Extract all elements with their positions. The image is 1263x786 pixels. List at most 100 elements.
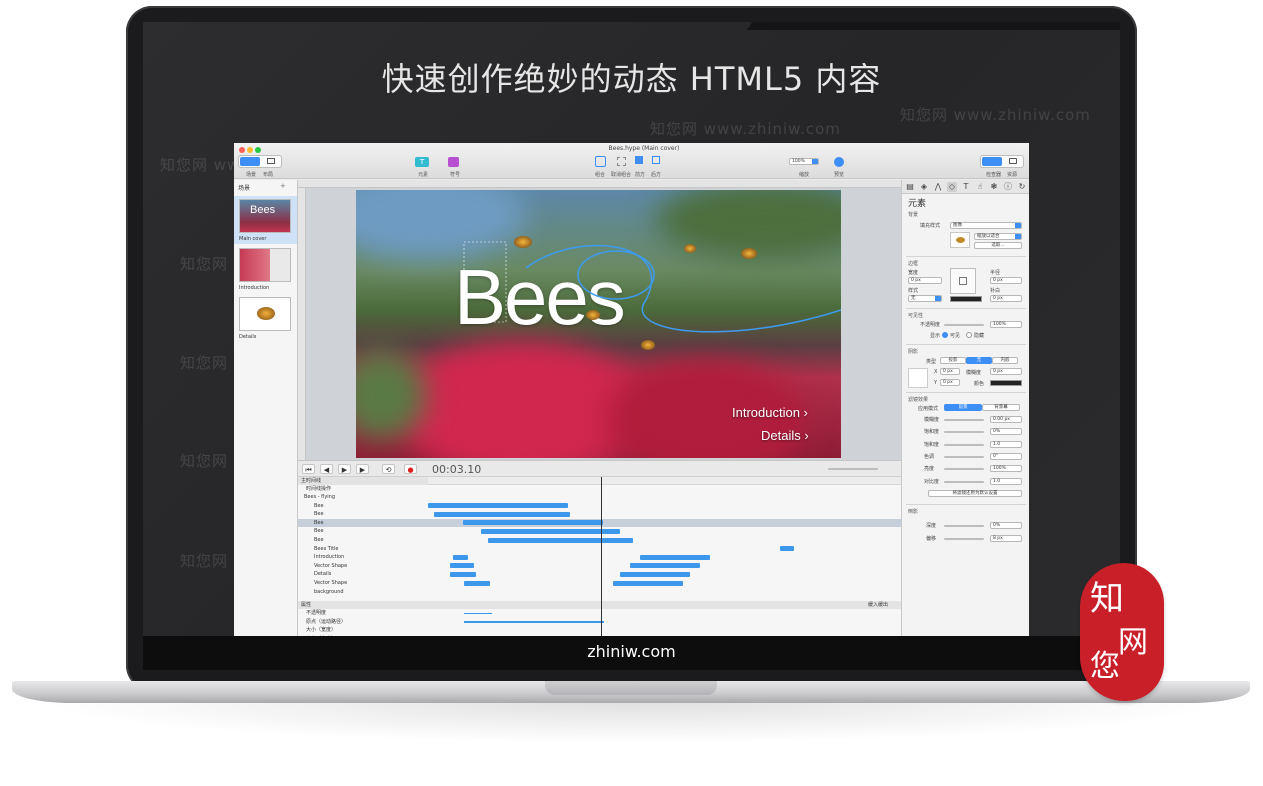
- rotate-tab-icon[interactable]: ↻: [1017, 182, 1027, 192]
- inspector-library-toggle[interactable]: [980, 155, 1024, 168]
- timeline-row-label[interactable]: Bee: [298, 518, 428, 527]
- close-window-button[interactable]: [239, 147, 245, 153]
- filter-slider[interactable]: [944, 419, 984, 421]
- filter-value-field[interactable]: 100%: [990, 465, 1022, 473]
- keyframe-bar[interactable]: [630, 563, 700, 569]
- property-row-label[interactable]: 大小（宽度）: [298, 626, 428, 634]
- bee-sprite[interactable]: [741, 248, 757, 259]
- keyframe-bar[interactable]: [463, 520, 603, 526]
- property-row-label[interactable]: 大小（高度）: [298, 635, 428, 637]
- add-scene-button[interactable]: +: [280, 182, 286, 190]
- shadow-x-field[interactable]: 0 px: [940, 368, 960, 375]
- timeline-select[interactable]: 主时间线: [298, 477, 428, 485]
- scene-tab-icon[interactable]: ◈: [919, 182, 929, 192]
- image-well[interactable]: [950, 232, 970, 248]
- fill-style-select[interactable]: 图像: [950, 222, 1022, 229]
- filter-slider[interactable]: [944, 443, 984, 446]
- border-style-select[interactable]: 无: [908, 295, 942, 302]
- reflection-offset-slider[interactable]: [944, 538, 984, 540]
- timeline-row-label[interactable]: Vector Shape: [298, 579, 428, 587]
- shadow-type-none[interactable]: 无: [966, 357, 992, 364]
- element-tool-icon[interactable]: T: [415, 157, 429, 167]
- keyframe-bar[interactable]: [464, 580, 490, 586]
- details-link[interactable]: Details ›: [761, 428, 809, 443]
- timeline-row-label[interactable]: Bees Title: [298, 545, 428, 553]
- keyframe-bar[interactable]: [620, 571, 690, 577]
- filter-slider[interactable]: [944, 455, 984, 458]
- timeline-row-label[interactable]: Introduction: [298, 553, 428, 561]
- keyframe-bar[interactable]: [481, 528, 620, 534]
- shadow-type-drop[interactable]: 投影: [940, 357, 966, 364]
- scene-layout-toggle[interactable]: [238, 155, 282, 168]
- property-keyframe-span[interactable]: [464, 621, 604, 623]
- filter-slider[interactable]: [944, 468, 984, 471]
- border-width-field[interactable]: 0 px: [908, 277, 942, 284]
- metrics-tab-icon[interactable]: ⋀: [933, 182, 943, 192]
- shadow-blur-field[interactable]: 0 px: [990, 368, 1022, 375]
- keyframe-bar[interactable]: [450, 563, 474, 569]
- border-color-well[interactable]: [950, 296, 982, 302]
- filter-value-field[interactable]: 0%: [990, 428, 1022, 436]
- record-button[interactable]: ●: [404, 464, 417, 474]
- step-forward-button[interactable]: ▶: [356, 464, 369, 474]
- introduction-link[interactable]: Introduction ›: [732, 405, 808, 420]
- timeline-row-label[interactable]: Bee: [298, 502, 428, 510]
- property-row-label[interactable]: 不透明度: [298, 609, 428, 617]
- timeline-zoom-slider[interactable]: [828, 468, 878, 470]
- play-button[interactable]: ▶: [338, 464, 351, 474]
- keyframe-bar[interactable]: [613, 580, 683, 586]
- keyframe-bar[interactable]: [780, 546, 794, 552]
- apply-mode-backdrop[interactable]: 背景幕: [982, 404, 1020, 411]
- filter-slider[interactable]: [944, 431, 984, 434]
- reflection-offset-field[interactable]: 8 px: [990, 535, 1022, 542]
- property-row-label[interactable]: 原点（运动路径）: [298, 618, 428, 626]
- image-fit-select[interactable]: 缩放以适合: [974, 233, 1022, 240]
- timeline-row-label[interactable]: Bee: [298, 536, 428, 544]
- border-sides-widget[interactable]: [950, 268, 976, 294]
- scene-thumb-details[interactable]: [239, 297, 291, 331]
- filter-value-field[interactable]: 0°: [990, 452, 1022, 460]
- reflection-depth-field[interactable]: 0%: [990, 522, 1022, 529]
- apply-mode-foreground[interactable]: 前景: [944, 404, 982, 411]
- timeline-row-label[interactable]: background: [298, 588, 428, 596]
- loop-button[interactable]: ⟲: [382, 464, 395, 474]
- reflection-depth-slider[interactable]: [944, 525, 984, 527]
- keyframe-bar[interactable]: [434, 511, 570, 517]
- scene-thumb-introduction[interactable]: [239, 248, 291, 282]
- playhead[interactable]: [601, 477, 602, 636]
- filter-slider[interactable]: [944, 480, 984, 483]
- group-icon[interactable]: [595, 156, 606, 167]
- identity-tab-icon[interactable]: ⓘ: [1003, 182, 1013, 192]
- keyframe-bar[interactable]: [428, 503, 568, 509]
- keyframe-bar[interactable]: [488, 537, 633, 543]
- timeline-row-label[interactable]: Bee: [298, 510, 428, 518]
- visible-radio[interactable]: [942, 332, 948, 338]
- document-tab-icon[interactable]: ▤: [905, 182, 915, 192]
- keyframe-bar[interactable]: [453, 554, 468, 560]
- property-keyframe-span[interactable]: [464, 612, 492, 614]
- ungroup-icon[interactable]: [617, 157, 626, 166]
- element-tab-icon[interactable]: ◇: [947, 182, 957, 192]
- timeline-row-label[interactable]: Bee: [298, 527, 428, 535]
- scene-canvas[interactable]: Bees Introduction › Details ›: [356, 190, 841, 458]
- bee-sprite[interactable]: [514, 236, 532, 248]
- opacity-field[interactable]: 100%: [990, 321, 1022, 328]
- bring-front-icon[interactable]: [635, 156, 643, 164]
- hidden-radio[interactable]: [966, 332, 972, 338]
- keyframe-bar[interactable]: [450, 571, 476, 577]
- shadow-color-well[interactable]: [990, 380, 1022, 386]
- bee-sprite[interactable]: [641, 340, 655, 350]
- send-back-icon[interactable]: [652, 156, 660, 164]
- preview-icon[interactable]: [834, 157, 844, 167]
- shadow-y-field[interactable]: 0 px: [940, 379, 960, 386]
- go-to-start-button[interactable]: ⏮: [302, 464, 315, 474]
- shadow-position-widget[interactable]: [908, 368, 928, 388]
- filter-value-field[interactable]: 1.0: [990, 477, 1022, 485]
- minimize-window-button[interactable]: [247, 147, 253, 153]
- border-radius-field[interactable]: 0 px: [990, 277, 1022, 284]
- padding-field[interactable]: 0 px: [990, 295, 1022, 302]
- zoom-select[interactable]: 100%: [789, 158, 819, 165]
- bee-sprite[interactable]: [684, 244, 696, 253]
- shadow-type-inset[interactable]: 内嵌: [992, 357, 1018, 364]
- typography-tab-icon[interactable]: T: [961, 182, 971, 192]
